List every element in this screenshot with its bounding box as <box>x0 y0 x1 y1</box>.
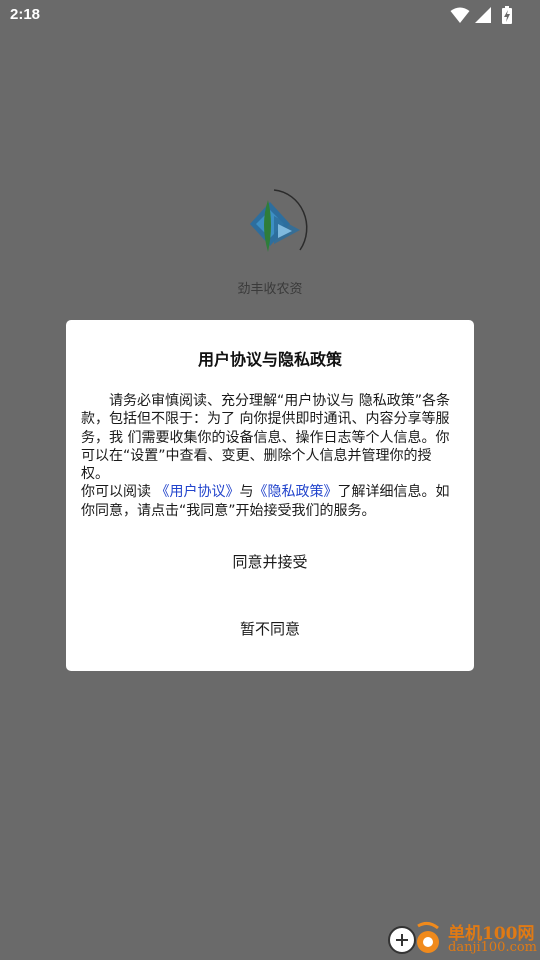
watermark-logo-icon <box>388 921 439 954</box>
app-logo-icon <box>250 189 308 252</box>
user-agreement-link[interactable]: 《用户协议》 <box>155 484 239 500</box>
watermark-url: danji100.com <box>448 940 538 955</box>
paragraph-2-prefix: 你可以阅读 <box>81 484 151 501</box>
battery-charging-icon <box>502 6 512 24</box>
privacy-policy-link[interactable]: 《隐私政策》 <box>253 484 337 500</box>
app-name: 劲丰收农资 <box>237 282 303 297</box>
decline-button[interactable]: 暂不同意 <box>66 618 474 639</box>
cell-signal-icon <box>475 7 491 23</box>
wifi-icon <box>450 7 470 23</box>
watermark: 单机100网 danji100.com <box>388 918 538 958</box>
status-time: 2:18 <box>10 6 41 23</box>
accept-button[interactable]: 同意并接受 <box>66 551 474 572</box>
dialog-body: 请务必审慎阅读、充分理解“用户协议与 隐私政策”各条款，包括但不限于：为了 向你… <box>81 392 455 520</box>
conjunction-text: 与 <box>239 484 254 501</box>
privacy-dialog: 用户协议与隐私政策 请务必审慎阅读、充分理解“用户协议与 隐私政策”各条款，包括… <box>66 320 474 671</box>
dialog-paragraph-1: 请务必审慎阅读、充分理解“用户协议与 隐私政策”各条款，包括但不限于：为了 向你… <box>81 393 450 483</box>
status-bar: 2:18 <box>0 0 540 32</box>
dialog-paragraph-2: 你可以阅读 《用户协议》与《隐私政策》了解详细信息。如你同意，请点击“我同意”开… <box>81 483 455 520</box>
dialog-title: 用户协议与隐私政策 <box>197 350 342 369</box>
